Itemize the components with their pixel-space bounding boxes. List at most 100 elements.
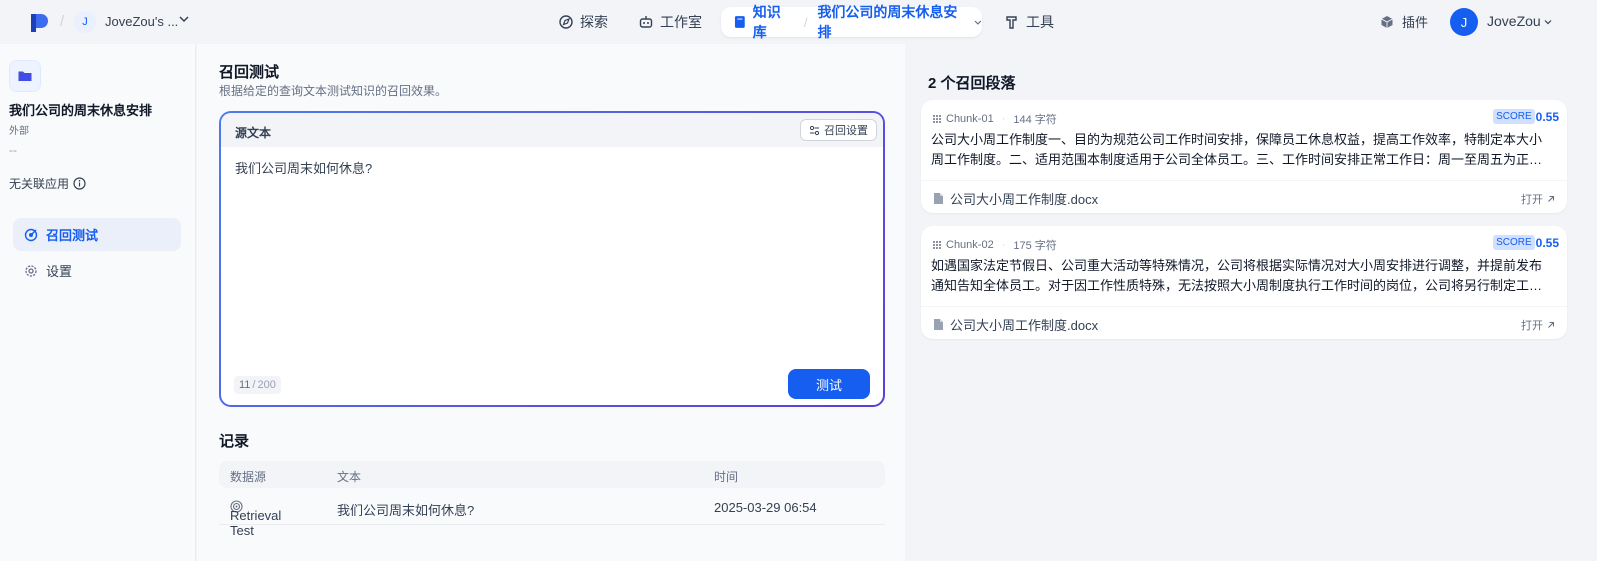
retrieval-settings-button[interactable]: 召回设置 <box>800 119 877 141</box>
score-label: SCORE <box>1493 235 1535 250</box>
arrow-up-right-icon <box>1548 321 1555 328</box>
open-label: 打开 <box>1521 194 1543 206</box>
chunk-file-name: 公司大小周工作制度.docx <box>950 318 1099 333</box>
robot-icon <box>639 16 653 28</box>
gear-icon <box>25 264 37 277</box>
grid-dots-icon <box>933 115 941 123</box>
chunk-content: 公司大小周工作制度一、目的为规范公司工作时间安排，保障员工休息权益，提高工作效率… <box>931 130 1551 170</box>
separator: / <box>60 13 65 30</box>
chunk-meta: Chunk-01 · 144 字符 <box>932 111 1057 127</box>
document-icon <box>934 193 943 204</box>
query-box: 源文本 召回设置 我们公司周末如何休息? 11 / 200 测试 <box>219 111 885 407</box>
source-text-label: 源文本 <box>235 126 272 140</box>
chevron-down-icon[interactable] <box>178 13 190 25</box>
table-row[interactable]: Retrieval Test 我们公司周末如何休息? 2025-03-29 06… <box>219 492 885 538</box>
open-link[interactable]: 打开 <box>1521 191 1555 207</box>
chunk-line: 如遇国家法定节假日、公司重大活动等特殊情况，公司将根据实际情况对大小周安排进行调… <box>931 258 1543 273</box>
score-value: 0.55 <box>1535 235 1559 250</box>
sidebar-item-retrieval-test[interactable]: 召回测试 <box>13 218 181 251</box>
test-button[interactable]: 测试 <box>788 369 870 399</box>
nav-studio[interactable]: 工作室 <box>630 8 710 36</box>
record-text: 我们公司周末如何休息? <box>337 503 475 518</box>
page-description: 根据给定的查询文本测试知识的召回效果。 <box>219 84 448 98</box>
chunk-file-name: 公司大小周工作制度.docx <box>950 192 1099 207</box>
chunk-file: 公司大小周工作制度.docx <box>933 315 1098 334</box>
folder-icon <box>9 60 41 92</box>
dataset-type: 外部 <box>9 126 29 137</box>
nav-knowledge-active[interactable]: 知识库 / 我们公司的周末休息安排 <box>721 4 982 40</box>
dataset-title: 我们公司的周末休息安排 <box>9 103 153 118</box>
nav-tools-label: 工具 <box>1026 14 1054 30</box>
plugins-button[interactable]: 插件 <box>1380 12 1428 31</box>
query-inner: 源文本 召回设置 我们公司周末如何休息? 11 / 200 测试 <box>221 113 883 405</box>
no-apps-label: 无关联应用 <box>9 177 70 191</box>
open-label: 打开 <box>1521 320 1543 332</box>
plugins-label: 插件 <box>1402 15 1429 30</box>
compass-icon <box>559 15 573 29</box>
chevron-down-icon[interactable] <box>1543 17 1553 27</box>
chunk-id: Chunk-02 <box>946 239 994 251</box>
chunk-line: 公司大小周工作制度一、目的为规范公司工作时间安排，保障员工休息权益，提高工作效率… <box>931 132 1543 147</box>
char-count: 11 <box>239 379 251 391</box>
arrow-up-right-icon <box>1548 195 1555 202</box>
app-logo-icon[interactable] <box>28 12 50 34</box>
cube-icon <box>1381 15 1393 28</box>
retrieval-settings-label: 召回设置 <box>824 125 868 137</box>
open-link[interactable]: 打开 <box>1521 317 1555 333</box>
chunk-card[interactable]: Chunk-02 · 175 字符 SCORE 0.55 如遇国家法定节假日、公… <box>921 226 1567 339</box>
sidebar-item-settings[interactable]: 设置 <box>13 254 181 287</box>
chunk-id: Chunk-01 <box>946 113 994 125</box>
hammer-icon <box>1006 16 1017 29</box>
score-badge: SCORE 0.55 <box>1493 109 1559 124</box>
query-header: 源文本 召回设置 <box>221 113 883 147</box>
user-name[interactable]: JoveZou <box>1487 13 1541 29</box>
breadcrumb-dataset[interactable]: 我们公司的周末休息安排 <box>817 2 968 42</box>
record-source: Retrieval Test <box>230 500 281 538</box>
document-icon <box>934 319 943 330</box>
score-badge: SCORE 0.55 <box>1493 235 1559 250</box>
chunk-chars: 175 字符 <box>1013 240 1057 252</box>
chunk-meta: Chunk-02 · 175 字符 <box>932 237 1057 253</box>
sidebar: 我们公司的周末休息安排 外部 -- 无关联应用 召回测试 设置 <box>0 44 196 561</box>
col-text: 文本 <box>337 470 362 484</box>
divider <box>921 180 1567 181</box>
nav-tools[interactable]: 工具 <box>996 8 1062 36</box>
chunk-card[interactable]: Chunk-01 · 144 字符 SCORE 0.55 公司大小周工作制度一、… <box>921 100 1567 213</box>
breadcrumb-separator: / <box>803 14 808 30</box>
col-source: 数据源 <box>230 470 267 484</box>
char-count-max: 200 <box>257 379 276 391</box>
nav-explore-label: 探索 <box>580 14 608 30</box>
user-avatar[interactable]: J <box>1450 8 1478 36</box>
char-counter: 11 / 200 <box>234 376 281 394</box>
page-title: 召回测试 <box>219 64 280 81</box>
main-panel: 召回测试 根据给定的查询文本测试知识的召回效果。 源文本 召回设置 我们公司周末… <box>197 44 905 561</box>
results-panel: 2 个召回段落 Chunk-01 · 144 字符 SCORE 0.55 公司大… <box>906 57 1577 561</box>
record-time: 2025-03-29 06:54 <box>714 500 817 515</box>
workspace-name[interactable]: JoveZou's ... <box>105 14 178 29</box>
meta-separator: · <box>1001 113 1006 125</box>
col-time: 时间 <box>714 470 739 484</box>
settings-sliders-icon <box>809 125 820 135</box>
divider <box>921 306 1567 307</box>
score-label: SCORE <box>1493 109 1535 124</box>
info-icon[interactable] <box>73 177 86 190</box>
nav-explore[interactable]: 探索 <box>550 8 616 36</box>
score-value: 0.55 <box>1535 109 1559 124</box>
chunk-line: 通知告知全体员工。对于因工作性质特殊，无法按照大小周制度执行工作时间的岗位，公司… <box>931 278 1543 293</box>
records-table-header: 数据源 文本 时间 <box>219 461 885 488</box>
chunk-file: 公司大小周工作制度.docx <box>933 189 1098 208</box>
sidebar-item-label: 召回测试 <box>46 228 99 243</box>
dataset-description: -- <box>9 143 17 157</box>
record-source-label: Retrieval Test <box>230 508 282 538</box>
top-bar: / J JoveZou's ... 探索 工作室 知识库 / 我们公司的周末休息… <box>0 0 1597 44</box>
chevron-down-icon[interactable] <box>974 18 982 26</box>
nav-knowledge-label: 知识库 <box>752 4 781 40</box>
chunk-chars: 144 字符 <box>1013 114 1057 126</box>
sidebar-item-label: 设置 <box>46 264 73 279</box>
book-icon <box>734 16 745 28</box>
nav-studio-label: 工作室 <box>660 14 702 30</box>
char-count-separator: / <box>252 379 256 391</box>
query-textarea[interactable]: 我们公司周末如何休息? <box>235 158 372 177</box>
workspace-avatar[interactable]: J <box>74 11 96 33</box>
records-title: 记录 <box>219 433 250 450</box>
